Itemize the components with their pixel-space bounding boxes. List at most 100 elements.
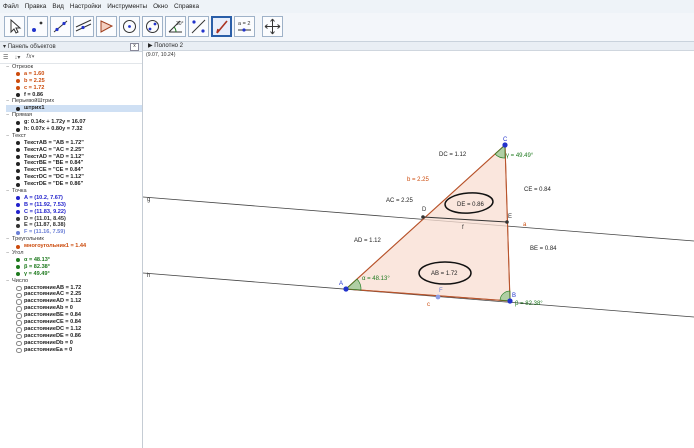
menu-edit[interactable]: Правка — [22, 3, 50, 10]
tree-category[interactable]: − ПерьевойШтрих — [6, 98, 142, 105]
tree-item[interactable]: F = (11.16, 7.59) — [6, 229, 142, 236]
polygon-tool-button[interactable] — [96, 16, 117, 37]
tree-item[interactable]: C = (11.83, 9.22) — [6, 209, 142, 216]
point-c[interactable] — [502, 142, 508, 148]
collapse-icon[interactable]: − — [6, 133, 9, 140]
tree-item[interactable]: c = 1.72 — [6, 85, 142, 92]
function-input-icon[interactable]: 𝑓𝑥▾ — [26, 54, 34, 61]
point-a[interactable] — [343, 286, 349, 292]
visibility-toggle-icon[interactable] — [16, 258, 20, 263]
tree-item[interactable]: расстояниеAC = 2.25 — [6, 291, 142, 299]
visibility-toggle-icon[interactable] — [16, 223, 20, 228]
move-view-tool-button[interactable] — [262, 16, 283, 37]
visibility-toggle-icon[interactable] — [16, 217, 20, 222]
menu-window[interactable]: Окно — [150, 3, 171, 10]
visibility-toggle-icon[interactable] — [16, 292, 22, 299]
tree-item[interactable]: D = (11.01, 8.45) — [6, 216, 142, 223]
visibility-toggle-icon[interactable] — [16, 141, 20, 146]
tree-item[interactable]: A = (10.2, 7.67) — [6, 195, 142, 202]
point-b[interactable] — [507, 298, 513, 304]
visibility-toggle-icon[interactable] — [16, 106, 20, 111]
tree-item[interactable]: расстояниеAB = 1.72 — [6, 285, 142, 292]
visibility-toggle-icon[interactable] — [16, 333, 22, 340]
tree-item[interactable]: g: 0.14x + 1.72y = 16.07 — [6, 119, 142, 126]
menu-view[interactable]: Вид — [49, 3, 67, 10]
tree-item[interactable]: расстояниеEa = 0 — [6, 347, 142, 354]
visibility-toggle-icon[interactable] — [16, 306, 22, 312]
tree-item[interactable]: a = 1.60 — [6, 71, 142, 78]
visibility-toggle-icon[interactable] — [16, 155, 20, 160]
visibility-toggle-icon[interactable] — [16, 299, 22, 305]
point-tool-button[interactable] — [27, 16, 48, 37]
menu-file[interactable]: Файл — [0, 3, 22, 10]
tree-item[interactable]: расстояниеAD = 1.12 — [6, 298, 142, 305]
move-tool-button[interactable] — [4, 16, 25, 37]
tree-item[interactable]: расстояниеAb = 0 — [6, 305, 142, 312]
collapse-icon[interactable]: − — [6, 278, 9, 285]
point-d[interactable] — [421, 215, 425, 219]
reflect-tool-button[interactable] — [188, 16, 209, 37]
pen-tool-button[interactable] — [211, 16, 232, 37]
visibility-toggle-icon[interactable] — [16, 196, 20, 201]
visibility-toggle-icon[interactable] — [16, 265, 20, 270]
visibility-toggle-icon[interactable] — [16, 244, 20, 249]
visibility-toggle-icon[interactable] — [16, 120, 20, 125]
sort-icon[interactable]: ↓▾ — [14, 54, 20, 61]
visibility-toggle-icon[interactable] — [16, 285, 22, 292]
ellipse-tool-button[interactable] — [142, 16, 163, 37]
perpendicular-line-tool-button[interactable] — [73, 16, 94, 37]
tree-item[interactable]: γ = 49.49° — [6, 271, 142, 278]
tree-category[interactable]: − Угол — [6, 250, 142, 257]
visibility-toggle-icon[interactable] — [16, 210, 20, 215]
tree-item[interactable]: расстояниеCE = 0.84 — [6, 319, 142, 326]
visibility-toggle-icon[interactable] — [16, 175, 20, 180]
tree-category[interactable]: − Число — [6, 278, 142, 285]
visibility-toggle-icon[interactable] — [16, 347, 22, 354]
tree-item[interactable]: h: 0.07x + 0.80y = 7.32 — [6, 126, 142, 133]
visibility-toggle-icon[interactable] — [16, 79, 20, 84]
tree-item[interactable]: ТекстAD = "AD = 1.12" — [6, 154, 142, 161]
visibility-toggle-icon[interactable] — [16, 161, 20, 166]
tree-item[interactable]: расстояниеDE = 0.86 — [6, 333, 142, 340]
visibility-toggle-icon[interactable] — [16, 168, 20, 173]
visibility-toggle-icon[interactable] — [16, 127, 20, 132]
visibility-toggle-icon[interactable] — [16, 203, 20, 208]
tree-category[interactable]: − Точка — [6, 188, 142, 195]
collapse-icon[interactable]: − — [6, 236, 9, 243]
tree-item[interactable]: ТекстCE = "CE = 0.84" — [6, 167, 142, 174]
collapse-icon[interactable]: − — [6, 112, 9, 119]
tree-item[interactable]: B = (11.92, 7.53) — [6, 202, 142, 209]
tree-item[interactable]: α = 48.13° — [6, 257, 142, 264]
collapse-icon[interactable]: − — [6, 188, 9, 195]
close-panel-button[interactable]: x — [130, 43, 139, 51]
visibility-toggle-icon[interactable] — [16, 313, 22, 319]
tree-category[interactable]: − Отрезок — [6, 64, 142, 71]
tree-item[interactable]: b = 2.25 — [6, 78, 142, 85]
collapse-icon[interactable]: − — [6, 64, 9, 71]
tree-item[interactable]: ТекстDC = "DC = 1.12" — [6, 174, 142, 181]
collapse-icon[interactable]: − — [6, 98, 9, 105]
tree-item[interactable]: многоугольник1 = 1.44 — [6, 243, 142, 250]
circle-tool-button[interactable] — [119, 16, 140, 37]
visibility-toggle-icon[interactable] — [16, 230, 20, 235]
menu-tools[interactable]: Инструменты — [104, 3, 150, 10]
point-e[interactable] — [505, 220, 509, 224]
tree-item[interactable]: β = 82.38° — [6, 264, 142, 271]
point-f[interactable] — [435, 294, 441, 300]
tree-item[interactable]: E = (11.87, 8.38) — [6, 222, 142, 229]
visibility-toggle-icon[interactable] — [16, 72, 20, 77]
tree-category[interactable]: − Прямая — [6, 112, 142, 119]
tree-item[interactable]: ТекстAB = "AB = 1.72" — [6, 140, 142, 147]
visibility-toggle-icon[interactable] — [16, 182, 20, 187]
tree-item[interactable]: ТекстDE = "DE = 0.86" — [6, 181, 142, 188]
tree-item[interactable]: ТекстBE = "BE = 0.84" — [6, 160, 142, 167]
menu-help[interactable]: Справка — [171, 3, 202, 10]
visibility-toggle-icon[interactable] — [16, 340, 22, 347]
visibility-toggle-icon[interactable] — [16, 272, 20, 277]
slider-tool-button[interactable]: a = 2 — [234, 16, 255, 37]
tree-category[interactable]: − Треугольник — [6, 236, 142, 243]
tree-category[interactable]: − Текст — [6, 133, 142, 140]
tree-item[interactable]: ТекстAC = "AC = 2.25" — [6, 147, 142, 154]
tree-item[interactable]: расстояниеDC = 1.12 — [6, 326, 142, 333]
toggle-auxiliary-icon[interactable]: ☰ — [3, 54, 8, 61]
